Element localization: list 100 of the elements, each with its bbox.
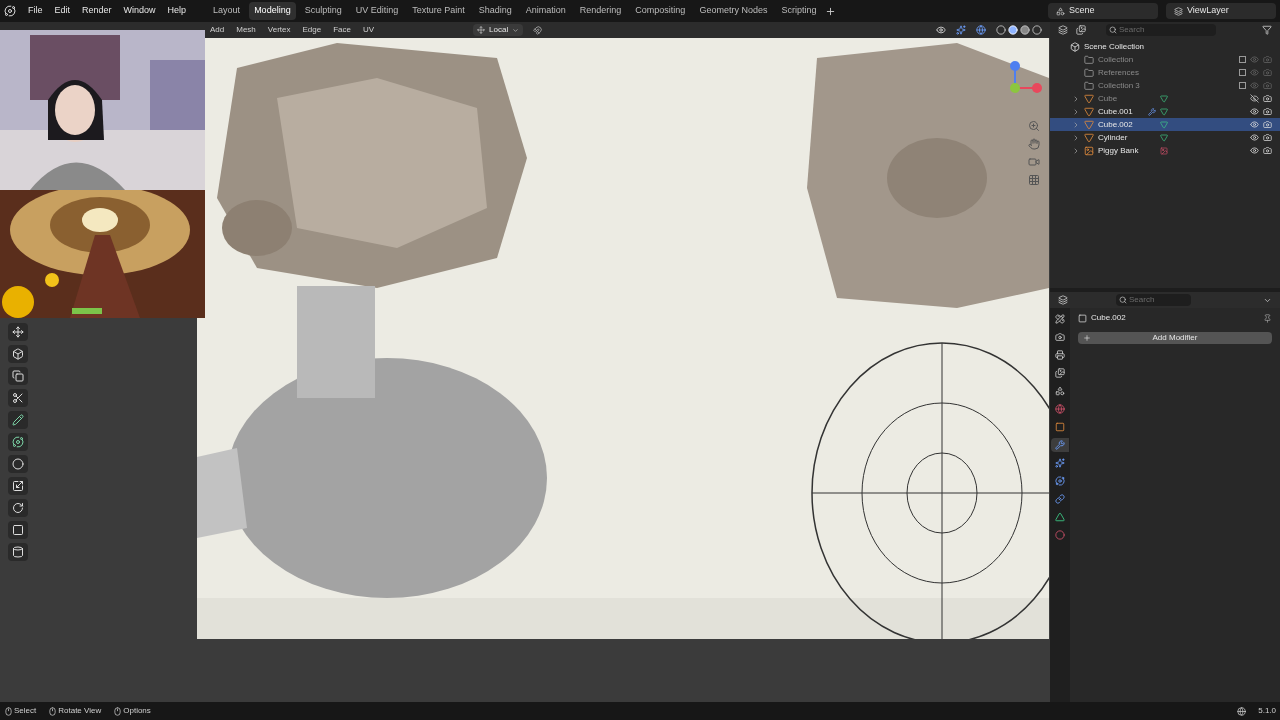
visibility-icon[interactable] xyxy=(936,25,946,35)
mouse-icon xyxy=(113,706,123,716)
exclude-checkbox[interactable] xyxy=(1239,82,1246,89)
workspace-tab[interactable]: Compositing xyxy=(630,2,691,20)
collection-icon xyxy=(1084,80,1094,91)
search-field[interactable]: Search xyxy=(1106,24,1216,36)
exclude-checkbox[interactable] xyxy=(1239,69,1246,76)
menu-item[interactable]: Window xyxy=(119,4,160,18)
outliner-item-name: Collection 3 xyxy=(1098,80,1141,91)
app-logo-icon[interactable] xyxy=(4,5,16,17)
wireframe-shading-icon[interactable] xyxy=(996,25,1006,35)
solid-shading-icon[interactable] xyxy=(1008,25,1018,35)
outliner-row[interactable]: Collection xyxy=(1050,53,1280,66)
outliner-row[interactable]: Piggy Bank xyxy=(1050,144,1280,157)
workspace-tab[interactable]: Animation xyxy=(520,2,571,20)
cylinder-icon xyxy=(12,546,24,558)
viewport-menu-item[interactable]: UV xyxy=(357,24,380,36)
outliner-item-name: Cylinder xyxy=(1098,132,1129,143)
plus-icon xyxy=(1083,334,1091,342)
outliner-row[interactable]: Collection 3 xyxy=(1050,79,1280,92)
search-icon xyxy=(1119,296,1127,304)
workspace-tab[interactable]: Geometry Nodes xyxy=(694,2,773,20)
add-modifier-button[interactable]: Add Modifier xyxy=(1078,332,1272,344)
wrench-icon[interactable] xyxy=(1051,438,1069,452)
rotate-icon xyxy=(12,502,24,514)
menu-item[interactable]: Edit xyxy=(50,4,75,18)
move-icon xyxy=(12,326,24,338)
editor-type-icon[interactable] xyxy=(1058,295,1068,305)
outliner-row[interactable]: References xyxy=(1050,66,1280,79)
add-workspace-icon[interactable] xyxy=(825,5,837,17)
tool-button[interactable] xyxy=(8,367,28,385)
viewport-menu-item[interactable]: Mesh xyxy=(231,24,261,36)
copy-icon xyxy=(12,370,24,382)
filter-icon[interactable] xyxy=(1262,25,1272,35)
tool-button[interactable] xyxy=(8,455,28,473)
tool-button[interactable] xyxy=(8,345,28,363)
pivot-dropdown[interactable]: Local xyxy=(473,24,524,36)
outliner-item-name: Cube.001 xyxy=(1098,106,1134,117)
outliner-item-name: Scene Collection xyxy=(1084,41,1145,52)
tool-button[interactable] xyxy=(8,433,28,451)
menu-item[interactable]: File xyxy=(24,4,47,18)
workspace-tab[interactable]: Layout xyxy=(208,2,246,20)
tool-button[interactable] xyxy=(8,499,28,517)
image-data-icon xyxy=(1160,146,1168,155)
collection-icon xyxy=(1084,54,1094,65)
dropdown-icon xyxy=(512,26,520,34)
outliner-row[interactable]: Cube.001 xyxy=(1050,105,1280,118)
outliner-row[interactable]: Cube.002 xyxy=(1050,118,1280,131)
mouse-icon xyxy=(4,706,13,716)
outliner-item-name: Cube xyxy=(1098,93,1119,104)
tool-button[interactable] xyxy=(8,411,28,429)
exclude-checkbox[interactable] xyxy=(1239,56,1246,63)
tool-button[interactable] xyxy=(8,521,28,539)
editor-type-icon[interactable] xyxy=(1058,25,1068,35)
object-icon xyxy=(1078,313,1087,323)
render-shading-icon[interactable] xyxy=(1032,25,1042,35)
object-name: Cube.002 xyxy=(1091,312,1126,324)
status-hint: Select xyxy=(14,705,37,717)
mesh-icon xyxy=(1084,119,1094,130)
display-mode-icon[interactable] xyxy=(1076,25,1086,35)
scene-icon xyxy=(1056,6,1065,16)
version-label: 5.1.0 xyxy=(1258,705,1276,717)
tool-button[interactable] xyxy=(8,477,28,495)
tool-button[interactable] xyxy=(8,323,28,341)
outliner-item-name: Collection xyxy=(1098,54,1135,65)
search-field[interactable]: Search xyxy=(1116,294,1191,306)
collection-icon xyxy=(1084,67,1094,78)
workspace-tab[interactable]: Sculpting xyxy=(299,2,347,20)
workspace-tab[interactable]: Shading xyxy=(473,2,517,20)
hidden-eye-icon[interactable] xyxy=(1250,94,1259,103)
outliner-row[interactable]: Cube xyxy=(1050,92,1280,105)
pin-icon[interactable] xyxy=(1263,313,1272,323)
workspace-tab[interactable]: Texture Paint xyxy=(407,2,470,20)
scene-selector[interactable]: Scene xyxy=(1048,3,1158,19)
outliner-item-name: References xyxy=(1098,67,1140,78)
viewport-menu-item[interactable]: Add xyxy=(205,24,230,36)
outliner-row[interactable]: Scene Collection xyxy=(1050,40,1280,53)
image-icon xyxy=(1084,145,1094,156)
viewport-menu-item[interactable]: Vertex xyxy=(262,24,296,36)
square-icon xyxy=(12,524,24,536)
tool-button[interactable] xyxy=(8,543,28,561)
outliner-row[interactable]: Cylinder xyxy=(1050,131,1280,144)
viewport-menu-item[interactable]: Face xyxy=(328,24,356,36)
workspace-tab[interactable]: Modeling xyxy=(249,2,296,20)
pivot-icon xyxy=(477,26,486,34)
viewport-menu-item[interactable]: Edge xyxy=(297,24,327,36)
search-icon xyxy=(1109,26,1117,34)
workspace-tab[interactable]: UV Editing xyxy=(350,2,404,20)
view-layer-selector[interactable]: ViewLayer xyxy=(1166,3,1276,19)
orbit-icon xyxy=(12,436,24,448)
menu-item[interactable]: Help xyxy=(163,4,191,18)
tool-button[interactable] xyxy=(8,389,28,407)
outliner-item-name: Piggy Bank xyxy=(1098,145,1140,156)
mesh-icon xyxy=(1084,132,1094,143)
workspace-tab[interactable]: Rendering xyxy=(574,2,627,20)
material-shading-icon[interactable] xyxy=(1020,25,1030,35)
workspace-tab[interactable]: Scripting xyxy=(776,2,822,20)
menu-item[interactable]: Render xyxy=(78,4,116,18)
scale-icon xyxy=(12,480,24,492)
status-hint: Options xyxy=(123,705,151,717)
